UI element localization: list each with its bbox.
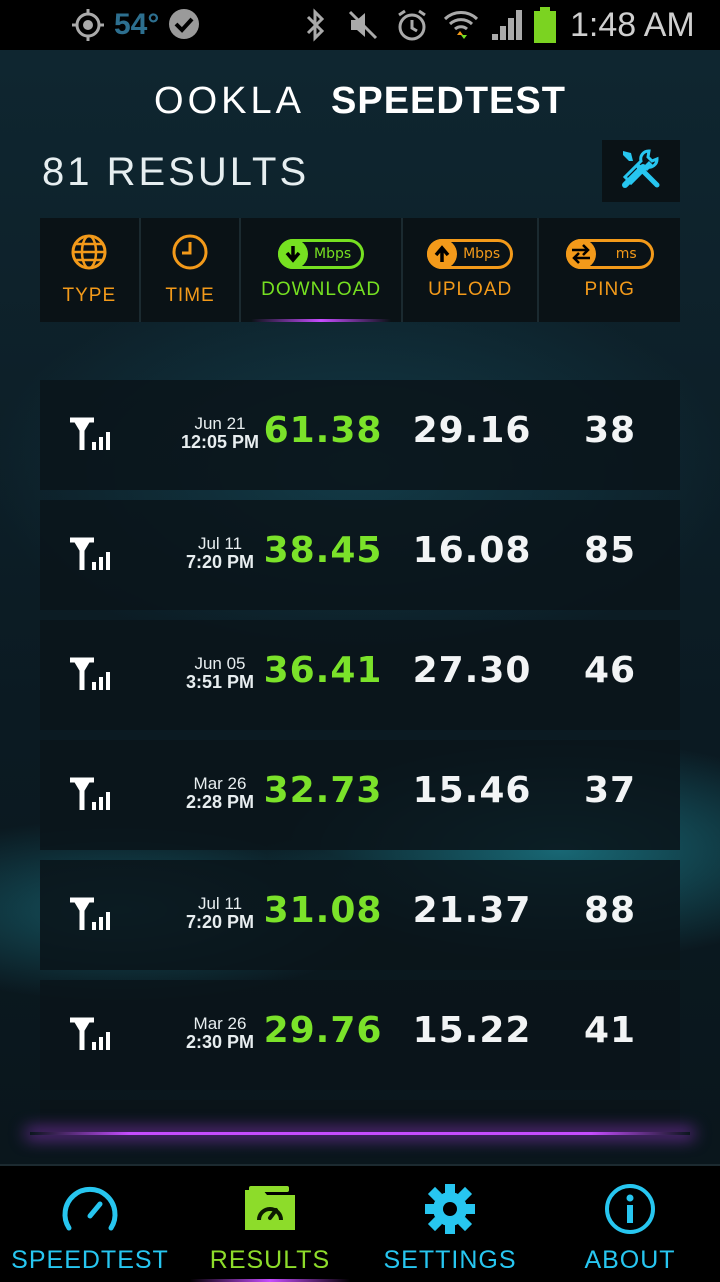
sort-by-ping[interactable]: ms PING	[539, 218, 681, 322]
upload-value: 16.08	[412, 530, 532, 571]
upload-unit: Mbps	[463, 246, 501, 262]
cellular-connection-icon	[68, 896, 116, 936]
download-value: 38.45	[263, 530, 383, 571]
result-row[interactable]: Jul 11 7:20 PM 38.45 16.08 85	[40, 500, 680, 610]
upload-value: 29.16	[412, 410, 532, 451]
nav-settings[interactable]: SETTINGS	[360, 1166, 540, 1282]
wifi-icon	[442, 0, 480, 50]
cellular-connection-icon	[68, 416, 116, 456]
battery-icon	[532, 0, 558, 50]
upload-value: 15.22	[412, 1010, 532, 1051]
sort-by-upload[interactable]: Mbps UPLOAD	[402, 218, 538, 322]
nav-about-label: ABOUT	[584, 1246, 676, 1274]
bluetooth-icon	[302, 0, 328, 50]
sort-by-type[interactable]: TYPE	[40, 218, 139, 322]
speedometer-icon	[0, 1182, 180, 1236]
download-unit: Mbps	[314, 246, 352, 262]
brand-name: OOKLA	[154, 80, 305, 122]
nav-results[interactable]: RESULTS	[180, 1166, 360, 1282]
download-unit-pill: Mbps	[278, 239, 365, 269]
time-column-label: TIME	[165, 285, 215, 306]
upload-value: 27.30	[412, 650, 532, 691]
cellular-connection-icon	[68, 1016, 116, 1056]
nav-speedtest-label: SPEEDTEST	[11, 1246, 169, 1274]
gear-icon	[360, 1182, 540, 1236]
alarm-icon	[394, 0, 430, 50]
cellular-connection-icon	[68, 656, 116, 696]
ping-value: 37	[583, 770, 637, 811]
result-row[interactable]: Jun 21 12:05 PM 61.38 29.16 38	[40, 380, 680, 490]
sort-by-download[interactable]: Mbps DOWNLOAD	[241, 218, 401, 322]
nav-speedtest[interactable]: SPEEDTEST	[0, 1166, 180, 1282]
nav-settings-label: SETTINGS	[383, 1246, 517, 1274]
clock: 1:48 AM	[570, 5, 695, 44]
info-icon	[540, 1182, 720, 1236]
mute-icon	[346, 0, 380, 50]
result-row[interactable]: Mar 26 2:30 PM 29.76 15.22 41	[40, 980, 680, 1090]
chat-check-icon	[166, 0, 202, 50]
tools-button[interactable]	[602, 140, 680, 202]
product-name: SPEEDTEST	[331, 80, 566, 122]
results-column-header: TYPE TIME Mbps DOWNLOAD Mbps UPLOAD ms P…	[40, 218, 681, 322]
type-column-label: TYPE	[62, 285, 117, 306]
ping-value: 88	[583, 890, 637, 931]
ping-value: 85	[583, 530, 637, 571]
tools-icon	[619, 147, 663, 195]
upload-unit-pill: Mbps	[427, 239, 514, 269]
download-value: 36.41	[263, 650, 383, 691]
globe-icon	[70, 233, 108, 275]
download-value: 31.08	[263, 890, 383, 931]
upload-column-label: UPLOAD	[428, 279, 513, 300]
result-row[interactable]: Jul 11 7:20 PM 31.08 21.37 88	[40, 860, 680, 970]
result-row-partial[interactable]	[40, 1100, 680, 1134]
nav-about[interactable]: ABOUT	[540, 1166, 720, 1282]
download-value: 32.73	[263, 770, 383, 811]
cellular-connection-icon	[68, 536, 116, 576]
gps-icon	[70, 0, 106, 50]
scroll-edge-glow	[30, 1132, 690, 1135]
result-row[interactable]: Mar 26 2:28 PM 32.73 15.46 37	[40, 740, 680, 850]
weather-temperature: 54°	[114, 8, 160, 41]
download-column-label: DOWNLOAD	[261, 279, 382, 300]
ping-value: 38	[583, 410, 637, 451]
ping-value: 46	[583, 650, 637, 691]
ping-column-label: PING	[584, 279, 635, 300]
signal-icon	[490, 0, 526, 50]
upload-arrow-icon	[427, 239, 458, 269]
ping-value: 41	[583, 1010, 637, 1051]
ping-arrows-icon	[565, 239, 596, 269]
app-logo: OOKLA SPEEDTEST	[0, 80, 720, 123]
status-bar: 54° 1:48 AM	[0, 0, 720, 50]
upload-value: 21.37	[412, 890, 532, 931]
results-folder-icon	[180, 1182, 360, 1234]
download-value: 61.38	[263, 410, 383, 451]
ping-unit-pill: ms	[565, 239, 654, 269]
results-count: 81 RESULTS	[42, 150, 310, 194]
nav-results-label: RESULTS	[209, 1246, 331, 1274]
sort-by-time[interactable]: TIME	[140, 218, 240, 322]
ping-unit: ms	[615, 246, 637, 262]
clock-icon	[171, 233, 209, 275]
download-value: 29.76	[263, 1010, 383, 1051]
bottom-navigation: SPEEDTEST RESULTS SETTINGS ABOUT	[0, 1164, 720, 1282]
cellular-connection-icon	[68, 776, 116, 816]
upload-value: 15.46	[412, 770, 532, 811]
result-row[interactable]: Jun 05 3:51 PM 36.41 27.30 46	[40, 620, 680, 730]
download-arrow-icon	[278, 239, 309, 269]
